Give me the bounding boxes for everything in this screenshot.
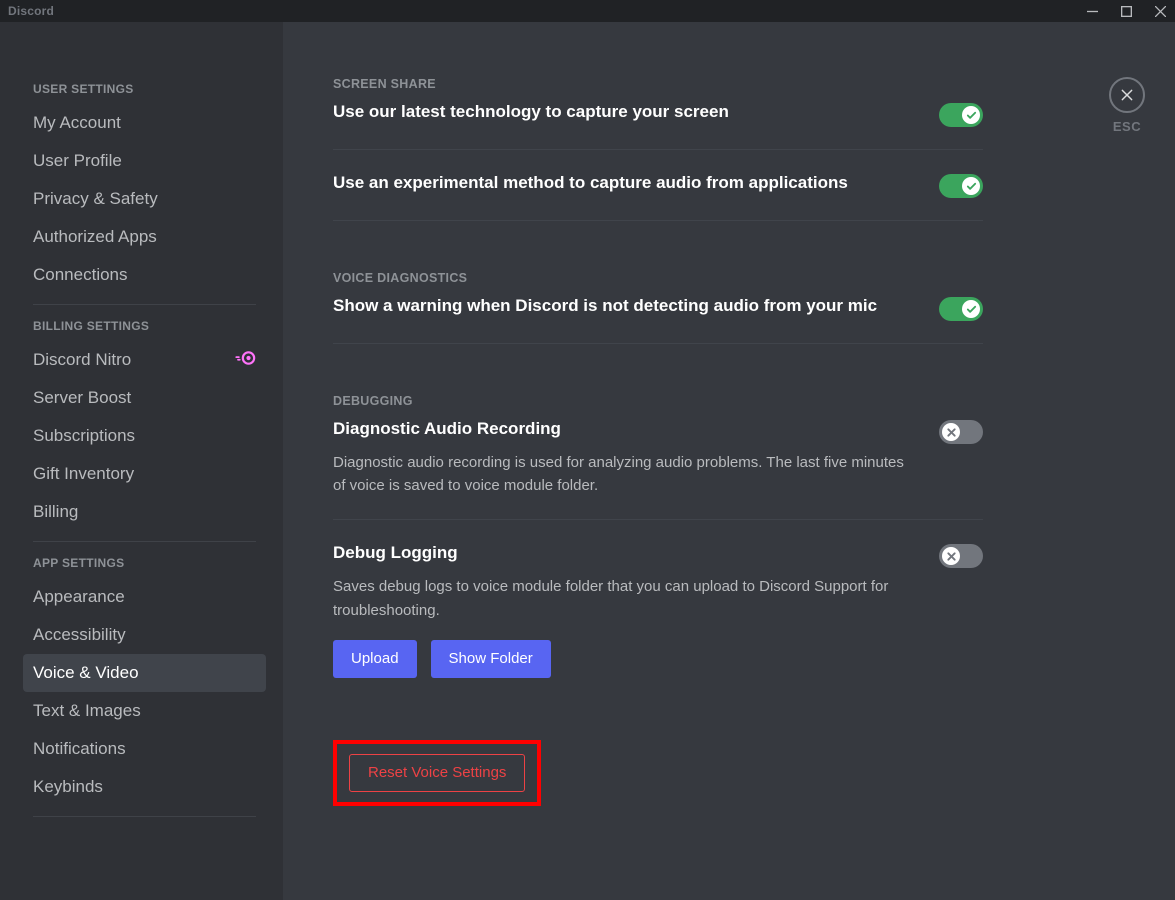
- sidebar-item-label: Text & Images: [33, 701, 141, 721]
- sidebar-item-text-images[interactable]: Text & Images: [23, 692, 266, 730]
- setting-debug-logging-desc: Saves debug logs to voice module folder …: [333, 575, 919, 622]
- sidebar-item-label: Notifications: [33, 739, 126, 759]
- sidebar-item-my-account[interactable]: My Account: [23, 104, 266, 142]
- sidebar-item-label: Discord Nitro: [33, 350, 131, 370]
- sidebar-item-label: Appearance: [33, 587, 125, 607]
- sidebar-item-connections[interactable]: Connections: [23, 256, 266, 294]
- sidebar-item-privacy-safety[interactable]: Privacy & Safety: [23, 180, 266, 218]
- sidebar-item-notifications[interactable]: Notifications: [23, 730, 266, 768]
- sidebar-item-label: Server Boost: [33, 388, 131, 408]
- show-folder-button[interactable]: Show Folder: [431, 640, 551, 678]
- nitro-icon: [234, 350, 256, 370]
- minimize-icon[interactable]: [1085, 4, 1099, 18]
- sidebar-item-voice-video[interactable]: Voice & Video: [23, 654, 266, 692]
- sidebar-item-label: My Account: [33, 113, 121, 133]
- setting-debug-logging-title: Debug Logging: [333, 542, 919, 565]
- section-header-screen-share: SCREEN SHARE: [333, 77, 983, 91]
- toggle-mic-warning[interactable]: [939, 297, 983, 321]
- sidebar-item-label: Billing: [33, 502, 78, 522]
- reset-voice-settings-button[interactable]: Reset Voice Settings: [349, 754, 525, 792]
- setting-diagnostic-recording-desc: Diagnostic audio recording is used for a…: [333, 451, 919, 498]
- upload-button[interactable]: Upload: [333, 640, 417, 678]
- toggle-latest-capture[interactable]: [939, 103, 983, 127]
- sidebar-item-server-boost[interactable]: Server Boost: [23, 379, 266, 417]
- sidebar-divider: [33, 304, 256, 305]
- section-header-voice-diagnostics: VOICE DIAGNOSTICS: [333, 271, 983, 285]
- sidebar-item-label: Privacy & Safety: [33, 189, 158, 209]
- sidebar-item-discord-nitro[interactable]: Discord Nitro: [23, 341, 266, 379]
- setting-mic-warning-title: Show a warning when Discord is not detec…: [333, 295, 877, 318]
- settings-sidebar: USER SETTINGS My Account User Profile Priva…: [0, 22, 283, 900]
- maximize-icon[interactable]: [1119, 4, 1133, 18]
- setting-experimental-audio-title: Use an experimental method to capture au…: [333, 172, 848, 195]
- esc-label: ESC: [1113, 119, 1141, 134]
- toggle-debug-logging[interactable]: [939, 544, 983, 568]
- sidebar-item-label: Subscriptions: [33, 426, 135, 446]
- sidebar-divider: [33, 816, 256, 817]
- sidebar-item-label: Keybinds: [33, 777, 103, 797]
- settings-content: SCREEN SHARE Use our latest technology t…: [283, 22, 1023, 900]
- close-icon: [1119, 87, 1135, 103]
- close-window-icon[interactable]: [1153, 4, 1167, 18]
- sidebar-item-user-profile[interactable]: User Profile: [23, 142, 266, 180]
- sidebar-item-keybinds[interactable]: Keybinds: [23, 768, 266, 806]
- sidebar-item-label: Authorized Apps: [33, 227, 157, 247]
- sidebar-item-label: Voice & Video: [33, 663, 139, 683]
- sidebar-item-appearance[interactable]: Appearance: [23, 578, 266, 616]
- sidebar-section-header: APP SETTINGS: [23, 556, 266, 578]
- highlight-box: Reset Voice Settings: [333, 740, 541, 806]
- app-name: Discord: [8, 4, 54, 18]
- sidebar-item-subscriptions[interactable]: Subscriptions: [23, 417, 266, 455]
- sidebar-item-label: User Profile: [33, 151, 122, 171]
- section-header-debugging: DEBUGGING: [333, 394, 983, 408]
- toggle-experimental-audio[interactable]: [939, 174, 983, 198]
- sidebar-item-gift-inventory[interactable]: Gift Inventory: [23, 455, 266, 493]
- sidebar-section-header: BILLING SETTINGS: [23, 319, 266, 341]
- sidebar-divider: [33, 541, 256, 542]
- sidebar-item-label: Gift Inventory: [33, 464, 134, 484]
- sidebar-item-accessibility[interactable]: Accessibility: [23, 616, 266, 654]
- close-settings-button[interactable]: [1109, 77, 1145, 113]
- toggle-diagnostic-recording[interactable]: [939, 420, 983, 444]
- sidebar-item-authorized-apps[interactable]: Authorized Apps: [23, 218, 266, 256]
- setting-latest-capture-title: Use our latest technology to capture you…: [333, 101, 729, 124]
- setting-diagnostic-recording-title: Diagnostic Audio Recording: [333, 418, 919, 441]
- window-controls: [1085, 4, 1167, 18]
- sidebar-item-label: Connections: [33, 265, 128, 285]
- titlebar: Discord: [0, 0, 1175, 22]
- sidebar-item-label: Accessibility: [33, 625, 126, 645]
- sidebar-section-header: USER SETTINGS: [23, 82, 266, 104]
- sidebar-item-billing[interactable]: Billing: [23, 493, 266, 531]
